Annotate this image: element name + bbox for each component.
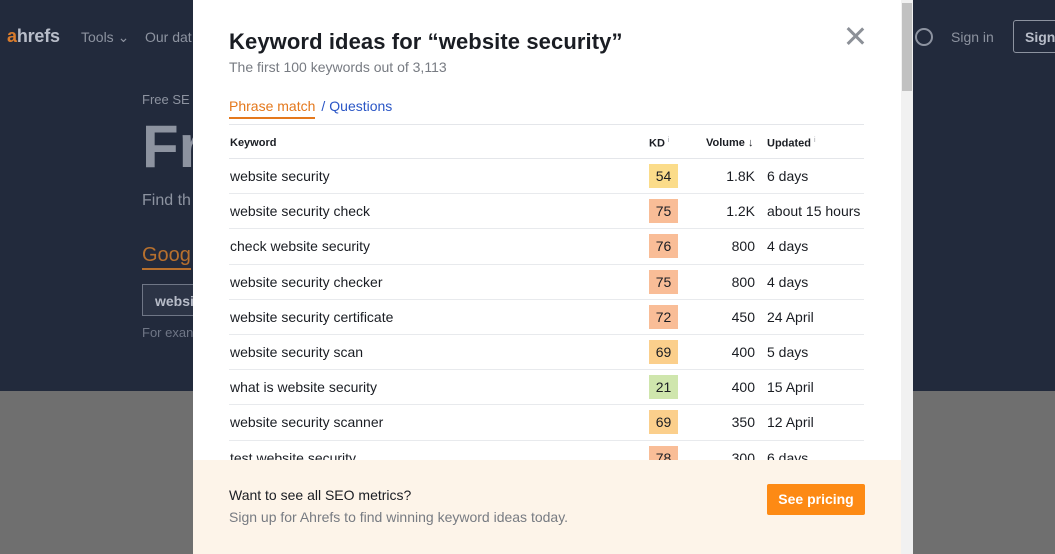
table-row: what is website security 21 400 15 April <box>229 370 864 406</box>
table-row: website security scan 69 400 5 days <box>229 335 864 371</box>
keyword-cell: website security checker <box>230 273 383 290</box>
sign-in-link[interactable]: Sign in <box>951 29 994 45</box>
volume-cell: 1.2K <box>726 203 755 220</box>
updated-cell: 15 April <box>767 379 814 396</box>
volume-cell: 400 <box>731 343 755 360</box>
nav-our-data[interactable]: Our dat <box>145 29 192 45</box>
see-pricing-button[interactable]: See pricing <box>767 484 865 515</box>
updated-cell: 5 days <box>767 343 809 360</box>
updated-cell: 4 days <box>767 273 809 290</box>
close-icon[interactable] <box>845 26 865 46</box>
modal-subtitle: The first 100 keywords out of 3,113 <box>229 59 447 75</box>
updated-cell: about 15 hours <box>767 203 861 220</box>
kd-badge: 69 <box>649 339 678 364</box>
tab-questions[interactable]: Questions <box>329 98 392 114</box>
nav-tools[interactable]: Tools ⌄ <box>81 29 129 46</box>
updated-cell: 12 April <box>767 414 814 431</box>
background-example-text: For exan <box>142 325 194 340</box>
kd-badge: 72 <box>649 304 678 329</box>
background-subtext: Find th <box>142 192 191 209</box>
keyword-cell: check website security <box>230 238 371 255</box>
ahrefs-logo[interactable]: ahrefs <box>7 26 60 47</box>
kd-badge: 76 <box>649 234 678 259</box>
header-kd[interactable]: KD i <box>649 137 669 150</box>
kd-badge: 75 <box>649 199 678 224</box>
keyword-cell: website security scan <box>230 343 364 360</box>
volume-cell: 800 <box>731 238 755 255</box>
table-row: check website security 76 800 4 days <box>229 229 864 265</box>
globe-icon[interactable] <box>915 28 933 46</box>
keyword-cell: website security <box>230 168 330 184</box>
kd-info-icon[interactable]: i <box>668 137 670 144</box>
updated-cell: 6 days <box>767 168 809 184</box>
header-keyword: Keyword <box>230 137 277 149</box>
modal-title: Keyword ideas for “website security” <box>229 29 623 54</box>
page-scrollbar-thumb[interactable] <box>902 3 912 91</box>
volume-cell: 1.8K <box>726 168 755 184</box>
keyword-cell: what is website security <box>230 379 378 396</box>
volume-cell: 450 <box>731 308 755 325</box>
kd-badge: 69 <box>649 410 678 435</box>
search-engine-link[interactable]: Goog <box>142 244 191 270</box>
footer-title: Want to see all SEO metrics? <box>229 487 412 503</box>
footer-subtitle: Sign up for Ahrefs to find winning keywo… <box>229 509 569 525</box>
table-row: website security checker 75 800 4 days <box>229 265 864 300</box>
sign-up-button[interactable]: Sign <box>1013 20 1055 53</box>
match-type-tabs: Phrase match / Questions <box>229 98 392 119</box>
updated-cell: 4 days <box>767 238 809 255</box>
kd-badge: 75 <box>649 269 678 294</box>
tab-phrase-match[interactable]: Phrase match <box>229 98 316 119</box>
keyword-cell: website security certificate <box>230 308 394 325</box>
upsell-footer: Want to see all SEO metrics? Sign up for… <box>193 460 901 554</box>
keyword-cell: website security scanner <box>230 414 384 431</box>
volume-cell: 400 <box>731 379 755 396</box>
table-header: Keyword KD i Volume ↓ Updated i <box>229 124 864 159</box>
updated-cell: 24 April <box>767 308 814 325</box>
updated-info-icon[interactable]: i <box>814 137 816 144</box>
table-row: website security 54 1.8K 6 days <box>229 159 864 195</box>
volume-cell: 350 <box>731 414 755 431</box>
tab-separator: / <box>321 98 326 114</box>
background-small-heading: Free SE <box>142 92 190 107</box>
kd-badge: 54 <box>649 164 678 188</box>
keyword-cell: website security check <box>230 203 371 220</box>
volume-cell: 800 <box>731 273 755 290</box>
header-updated[interactable]: Updated i <box>767 137 816 150</box>
table-row: website security certificate 72 450 24 A… <box>229 300 864 335</box>
table-row: website security scanner 69 350 12 April <box>229 405 864 441</box>
header-volume[interactable]: Volume ↓ <box>706 137 753 149</box>
kd-badge: 21 <box>649 375 678 400</box>
table-row: website security check 75 1.2K about 15 … <box>229 194 864 230</box>
keyword-ideas-modal: Keyword ideas for “website security” The… <box>193 0 901 554</box>
keyword-table: Keyword KD i Volume ↓ Updated i website se… <box>229 124 864 476</box>
